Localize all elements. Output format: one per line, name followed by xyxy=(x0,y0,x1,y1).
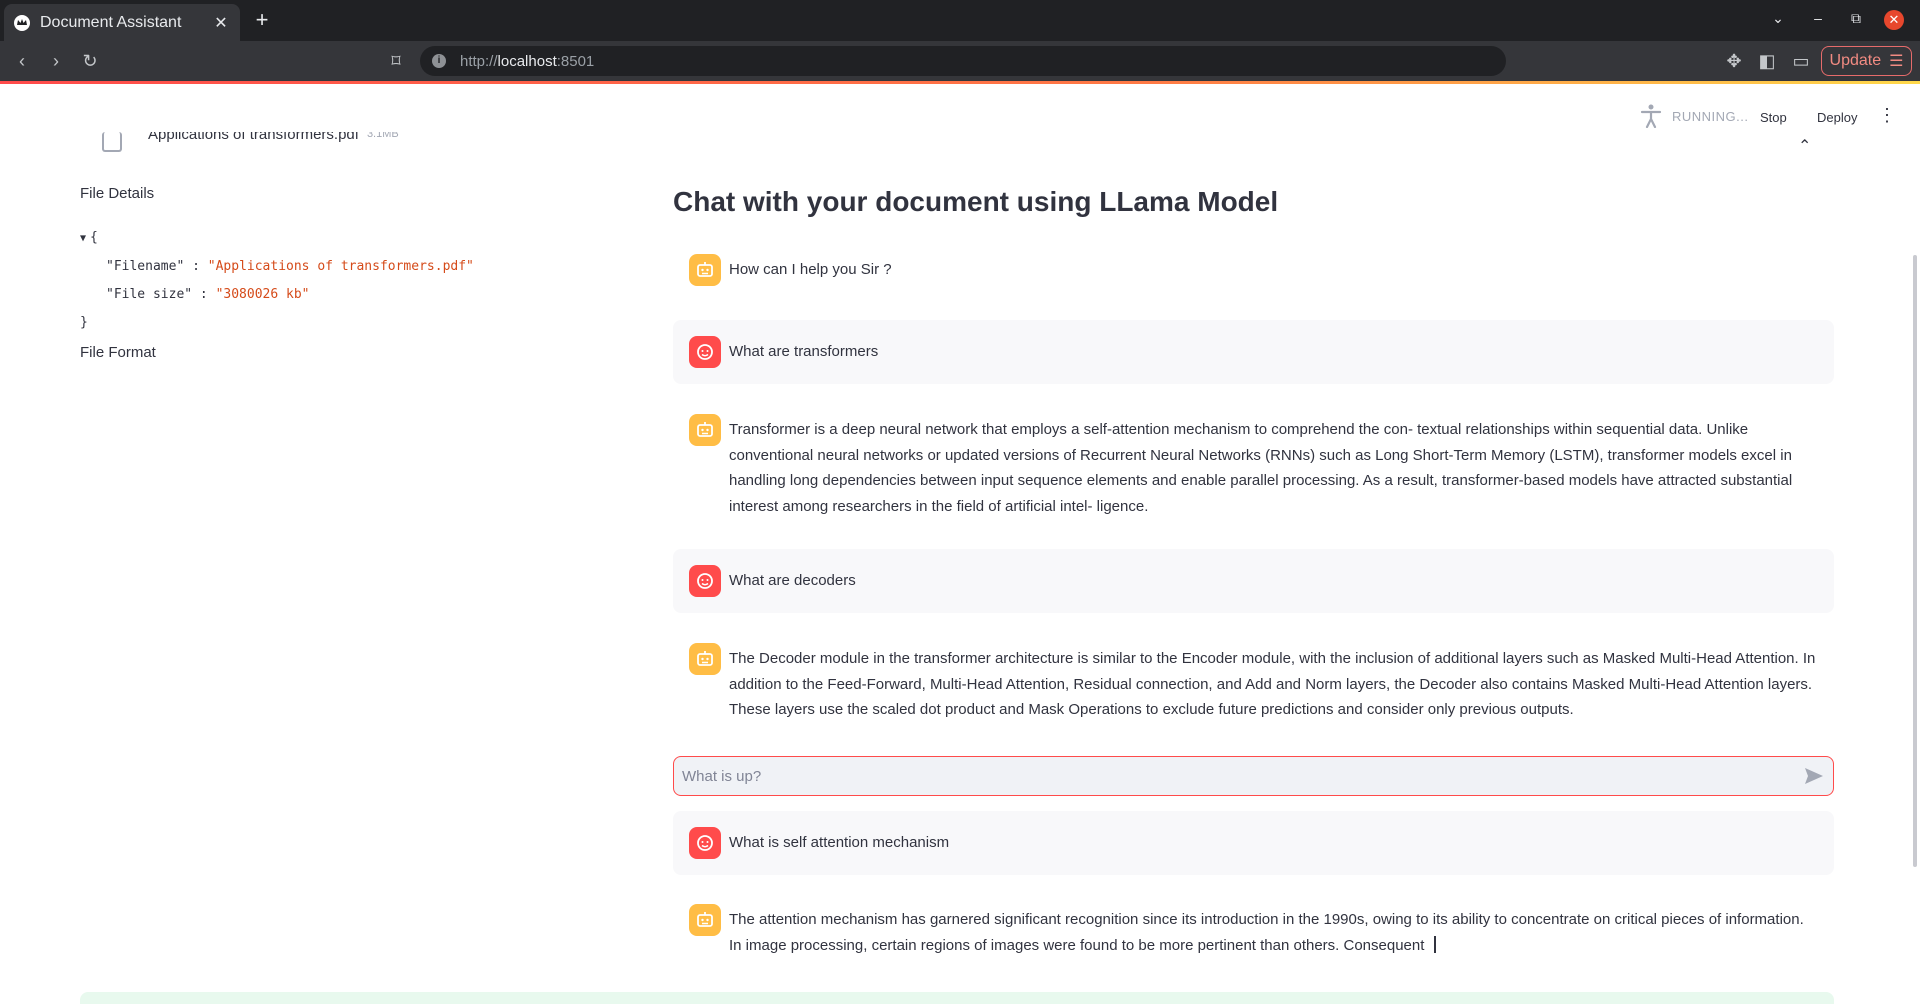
restore-icon[interactable]: ⧉ xyxy=(1846,10,1866,27)
tab-close-icon[interactable]: ✕ xyxy=(212,13,230,33)
json-key: "Filename" xyxy=(106,259,185,274)
chat-message-user: What are decoders xyxy=(673,549,1834,613)
wallet-icon[interactable]: ▭ xyxy=(1791,51,1811,71)
site-info-icon[interactable]: i xyxy=(432,54,446,68)
bot-avatar-icon xyxy=(689,904,721,936)
file-details-label: File Details xyxy=(80,185,155,202)
window-close-icon[interactable]: ✕ xyxy=(1884,10,1904,30)
user-avatar-icon xyxy=(689,565,721,597)
uploaded-file-name: Applications of transformers.pdf xyxy=(148,132,359,143)
stop-button[interactable]: Stop xyxy=(1760,110,1787,125)
message-text: What are decoders xyxy=(729,572,856,589)
main-menu-icon[interactable]: ⋮ xyxy=(1878,106,1896,124)
file-icon xyxy=(102,132,122,152)
chevron-up-icon[interactable]: ⌃ xyxy=(1798,136,1811,156)
tab-title: Document Assistant xyxy=(40,13,182,31)
file-format-label: File Format xyxy=(80,344,156,361)
bookmark-icon[interactable]: ⌑ xyxy=(386,51,406,71)
streamlit-app: RUNNING... Stop Deploy ⋮ Applications of… xyxy=(0,84,1920,1004)
json-row: "File size" : "3080026 kb" xyxy=(106,287,310,302)
sidebar-toggle-icon[interactable]: ◧ xyxy=(1757,51,1777,71)
uploaded-file: Applications of transformers.pdf 3.1MB xyxy=(102,132,399,152)
message-text: Transformer is a deep neural network tha… xyxy=(729,421,1793,515)
user-avatar-icon xyxy=(689,336,721,368)
chat-message-assistant: The Decoder module in the transformer ar… xyxy=(673,627,1834,739)
chat-message-user: What is self attention mechanism xyxy=(673,811,1834,875)
json-key: "File size" xyxy=(106,287,193,302)
file-details-json: ▼ { "Filename" : "Applications of transfo… xyxy=(80,224,474,337)
chat-message-assistant: Transformer is a deep neural network tha… xyxy=(673,398,1834,535)
minimize-icon[interactable]: – xyxy=(1808,10,1828,26)
bot-avatar-icon xyxy=(689,414,721,446)
address-bar[interactable]: i http://localhost:8501 xyxy=(420,46,1506,76)
success-banner xyxy=(80,992,1834,1004)
streamlit-crown-icon xyxy=(14,14,30,31)
message-text: What is self attention mechanism xyxy=(729,834,950,851)
update-button[interactable]: Update ☰ xyxy=(1821,46,1912,76)
extensions-icon[interactable]: ✥ xyxy=(1724,51,1744,71)
bot-avatar-icon xyxy=(689,254,721,286)
message-text: What are transformers xyxy=(729,343,879,360)
tab-search-chevron-icon[interactable]: ⌄ xyxy=(1768,10,1788,27)
back-icon[interactable]: ‹ xyxy=(12,51,32,71)
json-close-brace: } xyxy=(80,315,88,330)
message-text: The attention mechanism has garnered sig… xyxy=(729,904,1818,958)
new-tab-icon[interactable]: + xyxy=(250,8,274,32)
browser-tab[interactable]: Document Assistant ✕ xyxy=(4,4,240,41)
uploaded-file-size: 3.1MB xyxy=(366,132,399,140)
running-status: RUNNING... xyxy=(1640,104,1749,128)
page-title: Chat with your document using LLama Mode… xyxy=(673,186,1279,217)
deploy-button[interactable]: Deploy xyxy=(1817,110,1857,125)
bot-avatar-icon xyxy=(689,643,721,675)
menu-icon: ☰ xyxy=(1889,53,1904,70)
json-row: "Filename" : "Applications of transforme… xyxy=(106,259,474,274)
message-text: How can I help you Sir ? xyxy=(729,261,892,278)
message-text: The Decoder module in the transformer ar… xyxy=(729,650,1816,718)
user-avatar-icon xyxy=(689,827,721,859)
reload-icon[interactable]: ↻ xyxy=(80,51,100,71)
scrollbar-thumb[interactable] xyxy=(1913,255,1917,867)
update-label: Update xyxy=(1829,52,1882,69)
forward-icon[interactable]: › xyxy=(46,51,66,71)
chat-input[interactable] xyxy=(682,767,1803,785)
running-person-icon xyxy=(1640,104,1662,128)
chat-message-user: What are transformers xyxy=(673,320,1834,384)
streaming-cursor xyxy=(1434,935,1437,953)
json-value: "3080026 kb" xyxy=(215,287,310,302)
streaming-text: The attention mechanism has garnered sig… xyxy=(729,911,1804,954)
json-value: "Applications of transformers.pdf" xyxy=(207,259,474,274)
json-open-brace: { xyxy=(90,230,98,245)
json-collapse-caret-icon[interactable]: ▼ xyxy=(80,233,86,244)
browser-tab-bar: Document Assistant ✕ + ⌄ – ⧉ ✕ xyxy=(0,0,1920,41)
chat-message-assistant: The attention mechanism has garnered sig… xyxy=(673,888,1834,974)
running-label: RUNNING... xyxy=(1672,108,1749,124)
chat-input-box[interactable] xyxy=(673,756,1834,796)
chat-message-assistant: How can I help you Sir ? xyxy=(673,238,1834,302)
url-text: http://localhost:8501 xyxy=(460,52,595,70)
send-icon[interactable] xyxy=(1803,765,1825,787)
